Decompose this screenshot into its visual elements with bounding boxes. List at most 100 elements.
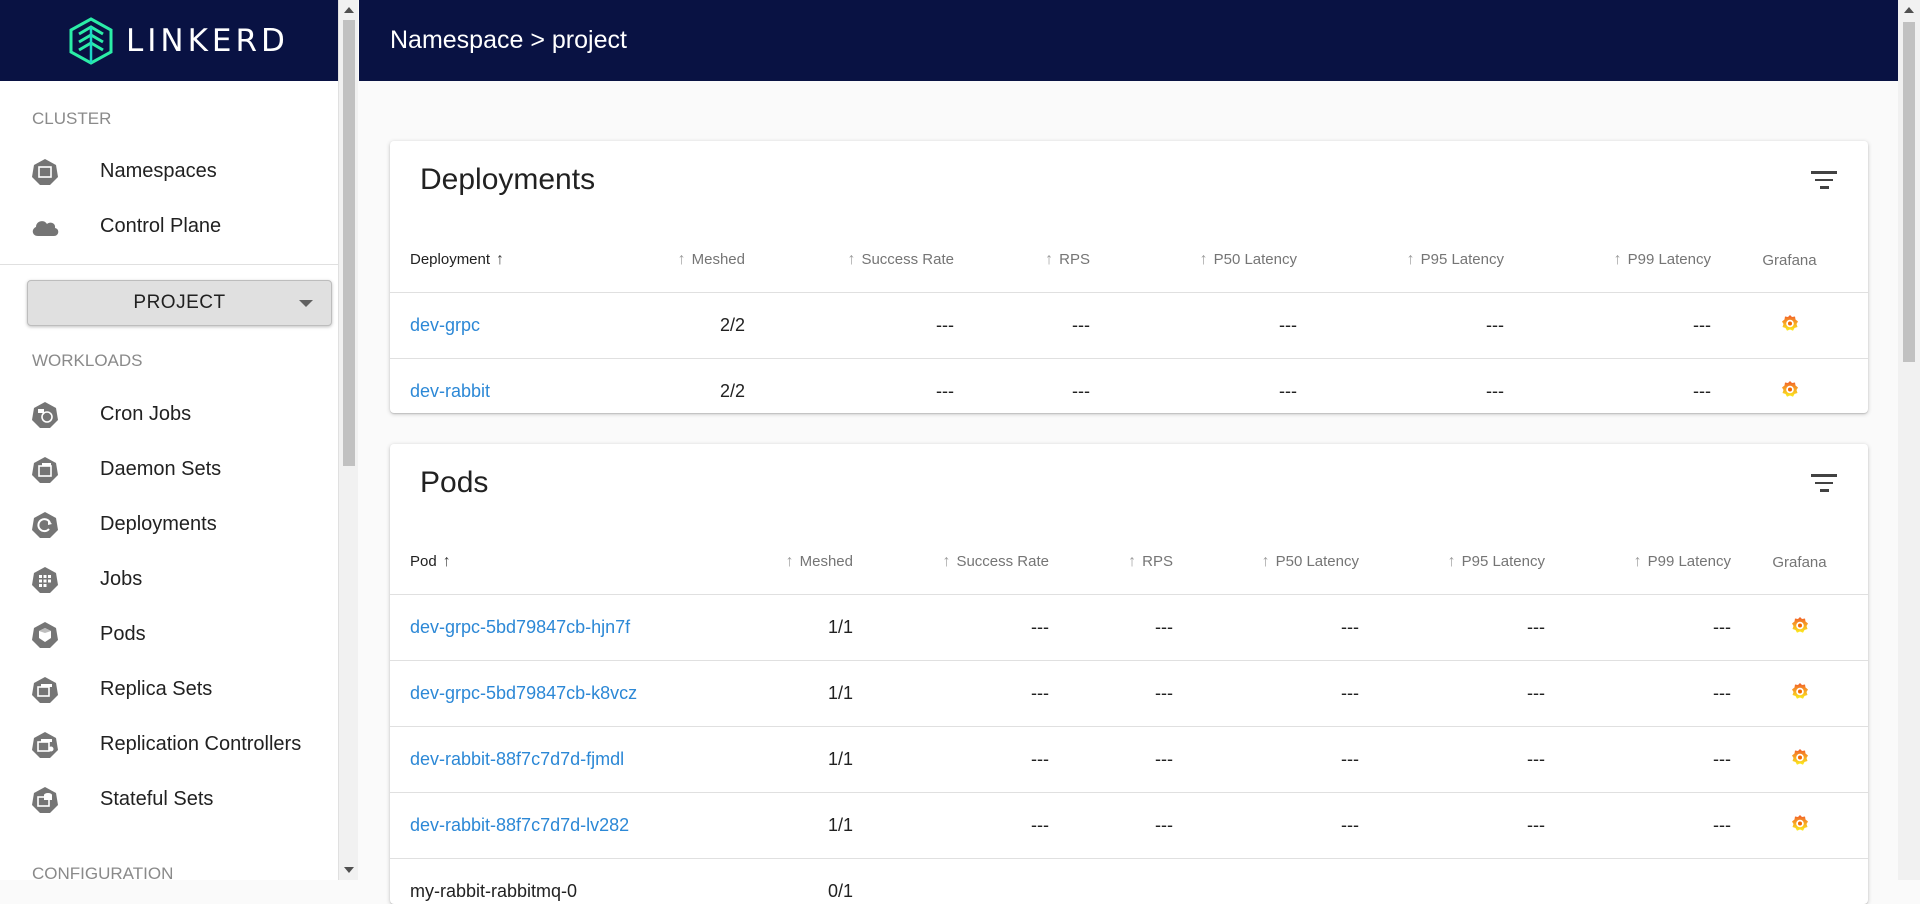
meshed-cell: 2/2 (601, 293, 745, 359)
column-header-rps[interactable]: ↑RPS (954, 228, 1090, 293)
column-label: RPS (1059, 251, 1090, 268)
pod-link[interactable]: dev-grpc-5bd79847cb-k8vcz (410, 683, 637, 703)
sidebar-item-label: Pods (100, 623, 146, 646)
pod-link[interactable]: dev-rabbit-88f7c7d7d-fjmdl (410, 749, 624, 769)
p99-latency-cell: --- (1545, 661, 1731, 727)
grafana-icon[interactable] (1781, 380, 1799, 403)
sidebar-scrollbar[interactable] (339, 0, 358, 880)
column-label: Grafana (1772, 554, 1826, 571)
sidebar: LINKERD CLUSTER Namespaces Control Plane… (0, 0, 339, 880)
column-header-p99-latency[interactable]: ↑ P99 Latency (1545, 530, 1731, 595)
sidebar-item-namespaces[interactable]: Namespaces (0, 144, 338, 199)
sort-arrow-up-icon: ↑ (1128, 553, 1136, 570)
sidebar-item-control-plane[interactable]: Control Plane (0, 199, 338, 254)
column-label: Meshed (692, 251, 745, 268)
scroll-up-arrow-icon[interactable] (1904, 7, 1914, 13)
grafana-icon[interactable] (1781, 314, 1799, 337)
column-label: Pod (410, 553, 437, 570)
sidebar-item-label: Daemon Sets (100, 458, 221, 481)
column-header-p95-latency[interactable]: ↑P95 Latency (1359, 530, 1545, 595)
column-header-deployment[interactable]: Deployment↑ (390, 228, 601, 293)
sidebar-item-replica-sets[interactable]: Replica Sets (0, 662, 338, 717)
grafana-cell (1731, 727, 1868, 793)
meshed-cell: 1/1 (625, 793, 853, 859)
p50-latency-cell: --- (1090, 293, 1297, 359)
sidebar-item-daemon-sets[interactable]: Daemon Sets (0, 442, 338, 497)
grafana-icon[interactable] (1791, 682, 1809, 705)
pod-link[interactable]: dev-rabbit-88f7c7d7d-lv282 (410, 815, 629, 835)
pod-link[interactable]: dev-grpc-5bd79847cb-hjn7f (410, 617, 630, 637)
p99-latency-cell: --- (1504, 293, 1711, 359)
sidebar-item-label: Replica Sets (100, 678, 212, 701)
sort-arrow-up-icon: ↑ (1634, 553, 1642, 570)
column-header-rps[interactable]: ↑ RPS (1049, 530, 1173, 595)
column-header-grafana: Grafana (1711, 228, 1868, 293)
grafana-cell (1731, 793, 1868, 859)
sidebar-item-pods[interactable]: Pods (0, 607, 338, 662)
column-header-meshed[interactable]: ↑Meshed (601, 228, 745, 293)
success-rate-cell: --- (853, 595, 1049, 661)
brand-header[interactable]: LINKERD (0, 0, 338, 81)
name-cell: dev-rabbit-88f7c7d7d-fjmdl (390, 727, 625, 793)
column-label: P50 Latency (1214, 251, 1297, 268)
success-rate-cell: --- (745, 359, 954, 414)
column-label: Meshed (800, 553, 853, 570)
scrollbar-thumb[interactable] (1903, 22, 1915, 362)
deployment-link[interactable]: dev-rabbit (410, 381, 490, 401)
scroll-down-arrow-icon[interactable] (344, 867, 354, 873)
replicaset-icon (30, 675, 60, 705)
column-header-success-rate[interactable]: ↑Success Rate (853, 530, 1049, 595)
card-title: Deployments (420, 163, 595, 197)
brand-name: LINKERD (126, 23, 289, 59)
namespace-icon (30, 157, 60, 187)
sort-arrow-up-icon: ↑ (1262, 553, 1270, 570)
grafana-icon[interactable] (1791, 748, 1809, 771)
configuration-section-title: CONFIGURATION (0, 864, 173, 880)
p95-latency-cell: --- (1297, 293, 1504, 359)
breadcrumb[interactable]: Namespace > project (390, 26, 627, 55)
scroll-up-arrow-icon[interactable] (344, 7, 354, 13)
sidebar-item-label: Deployments (100, 513, 217, 536)
namespace-select[interactable]: PROJECT (27, 280, 332, 326)
pod-icon (30, 620, 60, 650)
p95-latency-cell: --- (1359, 595, 1545, 661)
column-header-p99-latency[interactable]: ↑P99 Latency (1504, 228, 1711, 293)
sidebar-item-replication-controllers[interactable]: Replication Controllers (0, 717, 338, 772)
name-cell: dev-rabbit-88f7c7d7d-lv282 (390, 793, 625, 859)
column-header-pod[interactable]: Pod↑ (390, 530, 625, 595)
namespace-select-value: PROJECT (133, 292, 225, 314)
column-label: RPS (1142, 553, 1173, 570)
sidebar-item-label: Control Plane (100, 215, 221, 238)
name-cell: dev-rabbit (390, 359, 601, 414)
column-header-success-rate[interactable]: ↑Success Rate (745, 228, 954, 293)
column-header-meshed[interactable]: ↑Meshed (625, 530, 853, 595)
p95-latency-cell: --- (1359, 727, 1545, 793)
meshed-cell: 1/1 (625, 727, 853, 793)
sidebar-item-jobs[interactable]: Jobs (0, 552, 338, 607)
table-header-row: Deployment↑ ↑Meshed ↑Success Rate ↑RPS ↑… (390, 228, 1868, 293)
p95-latency-cell (1359, 859, 1545, 904)
sidebar-item-label: Jobs (100, 568, 142, 591)
column-header-p50-latency[interactable]: ↑P50 Latency (1090, 228, 1297, 293)
scrollbar-thumb[interactable] (343, 20, 355, 466)
sidebar-item-stateful-sets[interactable]: Stateful Sets (0, 772, 338, 827)
column-label: P99 Latency (1648, 553, 1731, 570)
p99-latency-cell: --- (1545, 793, 1731, 859)
grafana-icon[interactable] (1791, 616, 1809, 639)
pods-table: Pod↑ ↑Meshed ↑Success Rate ↑RPS ↑P50 Lat… (390, 530, 1868, 904)
pods-card: Pods Pod↑ ↑Meshed ↑Success Rate ↑RPS ↑P5… (390, 444, 1868, 904)
main-scrollbar[interactable] (1898, 0, 1920, 880)
column-header-p50-latency[interactable]: ↑P50 Latency (1173, 530, 1359, 595)
linkerd-logo-icon (64, 16, 118, 66)
grafana-icon[interactable] (1791, 814, 1809, 837)
deployment-link[interactable]: dev-grpc (410, 315, 480, 335)
filter-icon[interactable] (1810, 474, 1838, 496)
p50-latency-cell: --- (1173, 595, 1359, 661)
success-rate-cell: --- (853, 661, 1049, 727)
grafana-cell (1731, 595, 1868, 661)
column-header-p95-latency[interactable]: ↑P95 Latency (1297, 228, 1504, 293)
sidebar-item-cron-jobs[interactable]: Cron Jobs (0, 387, 338, 442)
sidebar-item-deployments[interactable]: Deployments (0, 497, 338, 552)
filter-icon[interactable] (1810, 171, 1838, 193)
rps-cell: --- (1049, 595, 1173, 661)
